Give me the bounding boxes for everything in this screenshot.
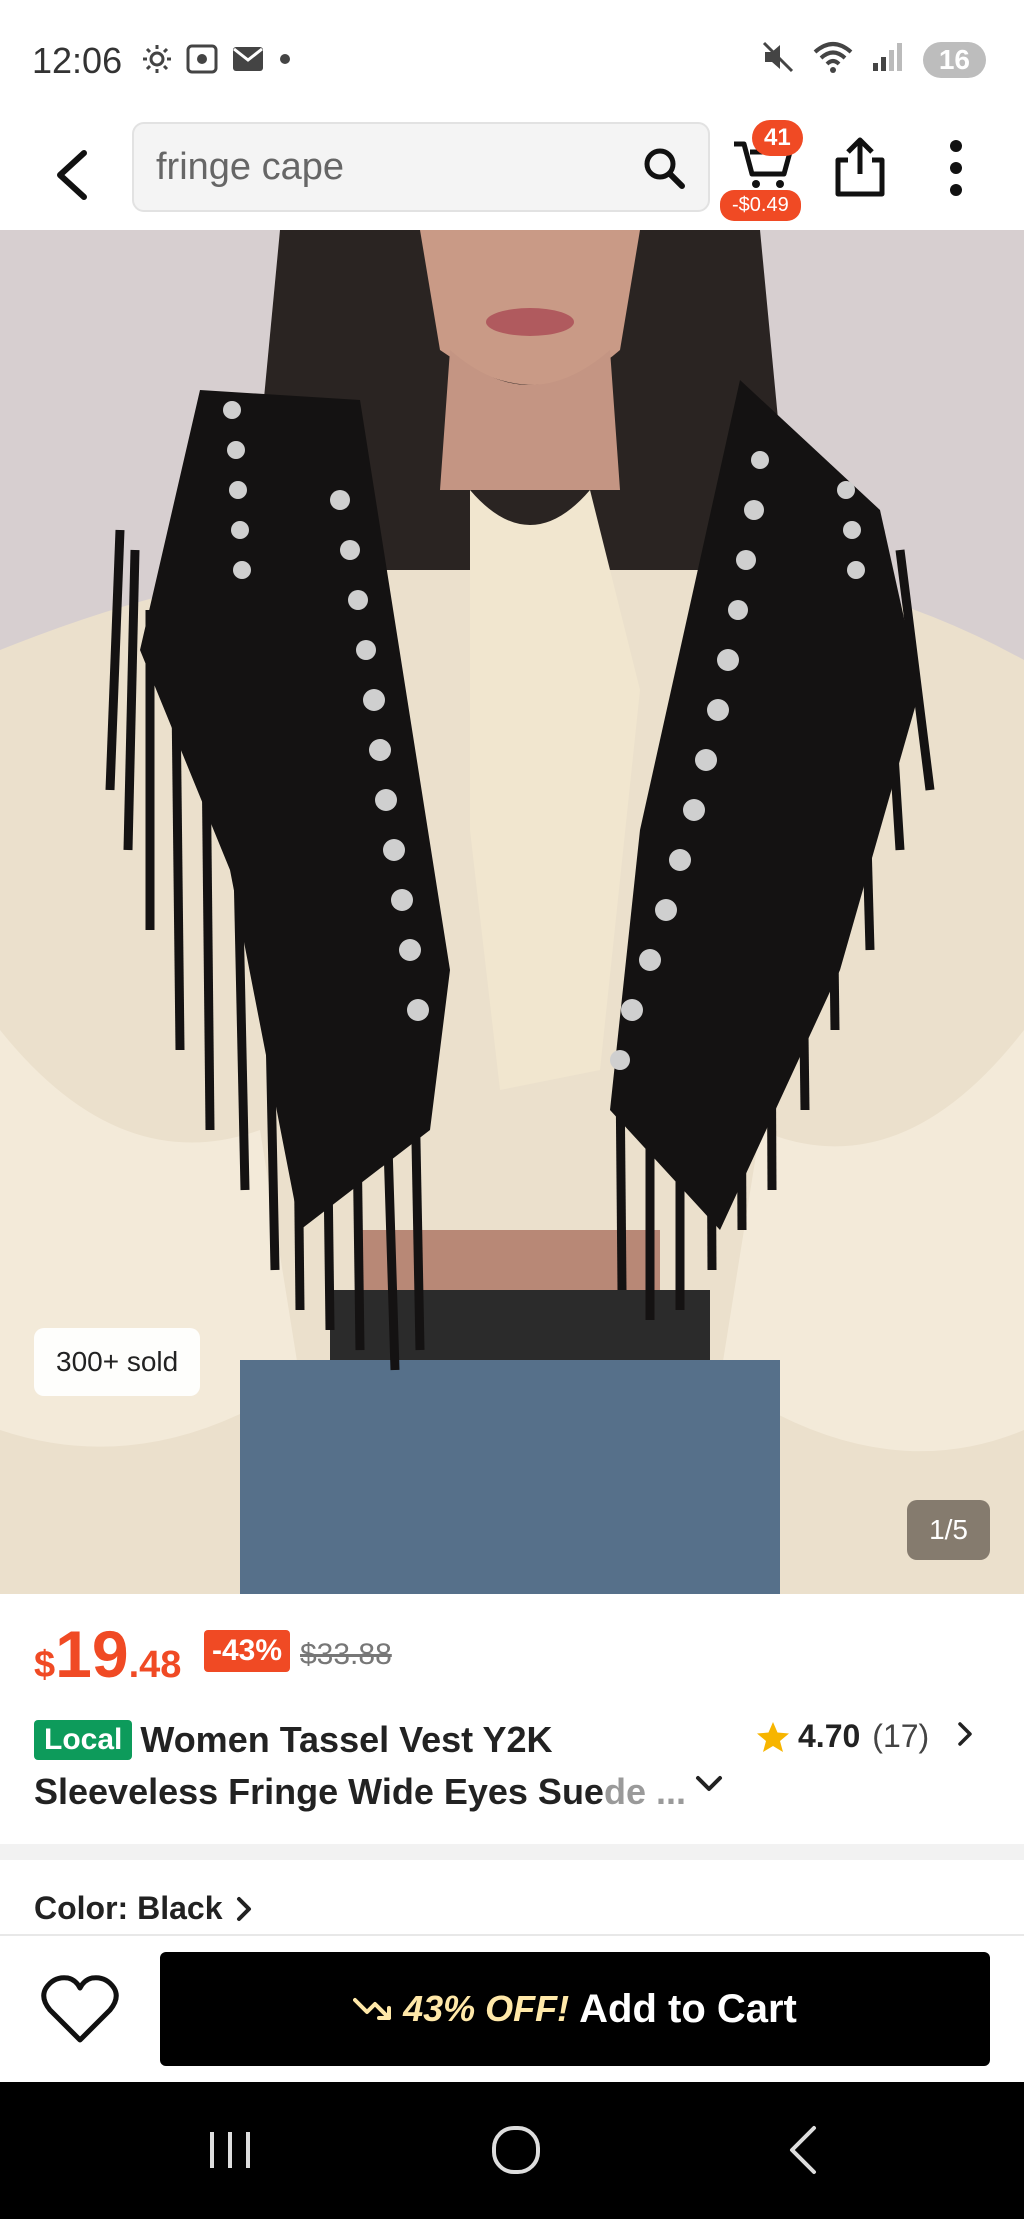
cart-count-badge: 41 xyxy=(752,120,803,156)
back-arrow-icon xyxy=(57,150,87,200)
trend-down-icon xyxy=(353,1998,392,2020)
color-selector-row[interactable]: Color: Black xyxy=(34,1890,252,1927)
add-to-cart-button[interactable]: 43% OFF! Add to Cart xyxy=(160,1952,990,2066)
status-bar: 12:06 16 xyxy=(0,0,1024,120)
wishlist-button[interactable] xyxy=(40,1974,120,2051)
status-icons-left xyxy=(142,44,292,79)
dot-icon xyxy=(278,52,292,71)
chevron-right-icon xyxy=(237,1896,252,1921)
sold-count-badge: 300+ sold xyxy=(34,1328,201,1396)
color-label: Color: Black xyxy=(34,1890,223,1926)
status-icons-right: 16 xyxy=(761,40,986,79)
more-options-button[interactable] xyxy=(940,136,972,200)
recent-apps-button[interactable] xyxy=(206,2122,254,2183)
product-title-truncated: de ... xyxy=(603,1771,686,1812)
wifi-icon xyxy=(813,40,853,79)
signal-icon xyxy=(871,41,905,78)
chevron-down-icon xyxy=(696,1776,722,1791)
home-button[interactable] xyxy=(490,2122,542,2183)
home-icon xyxy=(492,2126,540,2174)
back-button[interactable] xyxy=(44,144,100,206)
star-icon xyxy=(757,1721,789,1752)
recent-apps-icon xyxy=(210,2132,250,2168)
rating-count: (17) xyxy=(872,1718,930,1754)
section-divider xyxy=(0,1844,1024,1860)
current-price: $ 19 .48 xyxy=(34,1616,181,1692)
search-query-text: fringe cape xyxy=(156,146,345,188)
heart-icon xyxy=(41,1975,119,2043)
status-time: 12:06 xyxy=(32,40,123,81)
original-price: $33.88 xyxy=(300,1638,392,1671)
bottom-action-bar: 43% OFF! Add to Cart xyxy=(0,1934,1024,2082)
add-to-cart-promo: 43% OFF! xyxy=(403,1988,570,2029)
mute-icon xyxy=(761,40,795,79)
local-tag: Local xyxy=(34,1720,133,1760)
rating-summary[interactable]: 4.70 (17) xyxy=(756,1718,973,1755)
chevron-right-icon xyxy=(957,1718,973,1755)
product-title[interactable]: Local Women Tassel Vest Y2K Sleeveless Fr… xyxy=(34,1714,724,1818)
discount-badge: -43% xyxy=(204,1630,291,1672)
product-image-gallery[interactable]: 300+ sold 1/5 xyxy=(0,230,1024,1594)
expand-title-button[interactable] xyxy=(694,1774,724,1799)
battery-indicator: 16 xyxy=(922,41,986,78)
share-button[interactable] xyxy=(832,134,888,198)
image-page-indicator: 1/5 xyxy=(907,1500,990,1560)
price-integer: 19 xyxy=(55,1617,129,1691)
top-nav-bar: fringe cape 41 -$0.49 xyxy=(0,120,1024,230)
more-vertical-icon xyxy=(950,140,962,196)
screenshot-icon xyxy=(186,44,218,79)
system-back-button[interactable] xyxy=(784,2122,824,2183)
add-to-cart-label: Add to Cart xyxy=(579,1986,797,2031)
mail-icon xyxy=(232,46,264,77)
search-input[interactable]: fringe cape xyxy=(132,122,710,212)
price-decimal: .48 xyxy=(128,1644,182,1686)
search-icon[interactable] xyxy=(640,144,688,197)
system-nav-bar xyxy=(0,2082,1024,2219)
product-info-section: $ 19 .48 -43% $33.88 Local Women Tassel V… xyxy=(0,1594,1024,1844)
share-icon xyxy=(835,137,885,197)
brightness-icon xyxy=(142,44,172,79)
back-icon xyxy=(790,2126,816,2174)
cart-discount-badge: -$0.49 xyxy=(720,190,801,221)
price-currency: $ xyxy=(34,1644,56,1686)
rating-score: 4.70 xyxy=(798,1718,861,1754)
